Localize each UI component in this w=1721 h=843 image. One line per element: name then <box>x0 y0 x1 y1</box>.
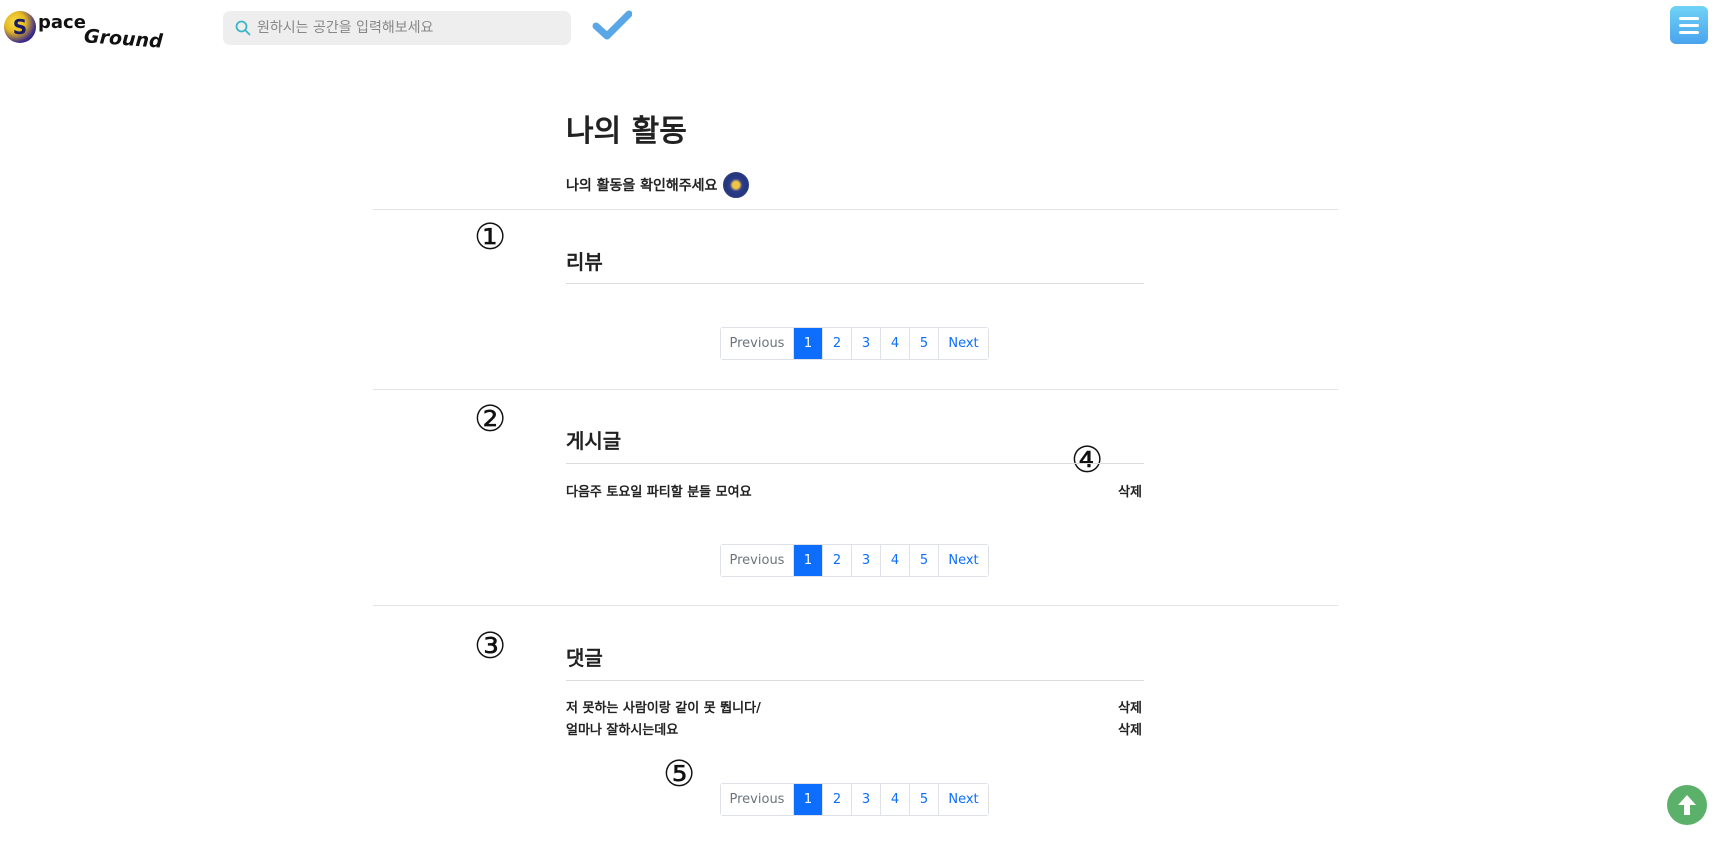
section-divider <box>566 680 1144 681</box>
post-title[interactable]: 다음주 토요일 파티할 분들 모여요 <box>566 481 752 500</box>
marker-2: ② <box>474 399 507 440</box>
logo-text-pace: pace <box>38 12 86 33</box>
section-divider <box>566 463 1144 464</box>
pagination-next[interactable]: Next <box>938 784 988 815</box>
pagination-page-2[interactable]: 2 <box>822 545 851 576</box>
check-icon[interactable] <box>592 9 632 41</box>
list-item: 저 못하는 사람이랑 같이 못 뛉니다/ 삭제 <box>566 697 1142 716</box>
pagination-page-5[interactable]: 5 <box>909 545 938 576</box>
site-logo[interactable]: S pace Ground <box>4 8 164 53</box>
delete-button[interactable]: 삭제 <box>1118 719 1142 738</box>
list-item: 다음주 토요일 파티할 분들 모여요 삭제 <box>566 481 1142 500</box>
section-title-comments: 댓글 <box>566 646 603 670</box>
search-input[interactable] <box>257 20 557 36</box>
pagination-page-1[interactable]: 1 <box>793 545 822 576</box>
logo-s-letter: S <box>4 11 36 43</box>
pagination-page-5[interactable]: 5 <box>909 328 938 359</box>
pagination-comments: Previous 1 2 3 4 5 Next <box>720 783 989 816</box>
divider <box>373 389 1338 390</box>
pagination-previous[interactable]: Previous <box>721 545 793 576</box>
pagination-next[interactable]: Next <box>938 545 988 576</box>
marker-4: ④ <box>1071 440 1104 481</box>
section-divider <box>566 283 1144 284</box>
pagination-page-4[interactable]: 4 <box>880 545 909 576</box>
delete-button[interactable]: 삭제 <box>1118 481 1142 500</box>
pagination-page-4[interactable]: 4 <box>880 328 909 359</box>
page-subtitle: 나의 활동을 확인해주세요 <box>566 172 750 198</box>
comment-text[interactable]: 얼마나 잘하시는데요 <box>566 719 678 738</box>
pagination-page-5[interactable]: 5 <box>909 784 938 815</box>
delete-button[interactable]: 삭제 <box>1118 697 1142 716</box>
pagination-page-1[interactable]: 1 <box>793 328 822 359</box>
pagination-page-3[interactable]: 3 <box>851 328 880 359</box>
pagination-previous[interactable]: Previous <box>721 784 793 815</box>
top-navbar: S pace Ground <box>0 0 1721 58</box>
pagination-previous[interactable]: Previous <box>721 328 793 359</box>
pagination-page-2[interactable]: 2 <box>822 328 851 359</box>
pagination-reviews: Previous 1 2 3 4 5 Next <box>720 327 989 360</box>
hamburger-menu-button[interactable] <box>1670 6 1708 44</box>
page-subtitle-text: 나의 활동을 확인해주세요 <box>566 178 718 194</box>
section-title-posts: 게시글 <box>566 429 622 453</box>
pagination-next[interactable]: Next <box>938 328 988 359</box>
pagination-page-3[interactable]: 3 <box>851 545 880 576</box>
divider <box>373 209 1338 210</box>
pagination-page-4[interactable]: 4 <box>880 784 909 815</box>
marker-3: ③ <box>474 626 507 667</box>
pagination-page-1[interactable]: 1 <box>793 784 822 815</box>
marker-1: ① <box>474 217 507 258</box>
arrow-up-icon <box>1678 795 1696 815</box>
pagination-posts: Previous 1 2 3 4 5 Next <box>720 544 989 577</box>
page-title: 나의 활동 <box>566 114 687 149</box>
search-icon <box>235 20 251 36</box>
scroll-to-top-button[interactable] <box>1667 785 1707 825</box>
planet-icon <box>723 172 750 198</box>
search-bar <box>223 11 571 45</box>
logo-text-ground: Ground <box>83 25 164 53</box>
pagination-page-2[interactable]: 2 <box>822 784 851 815</box>
section-title-reviews: 리뷰 <box>566 250 603 274</box>
pagination-page-3[interactable]: 3 <box>851 784 880 815</box>
marker-5: ⑤ <box>663 754 696 795</box>
hamburger-menu-icon <box>1679 16 1699 20</box>
divider <box>373 605 1338 606</box>
comment-text[interactable]: 저 못하는 사람이랑 같이 못 뛉니다/ <box>566 697 761 716</box>
list-item: 얼마나 잘하시는데요 삭제 <box>566 719 1142 738</box>
